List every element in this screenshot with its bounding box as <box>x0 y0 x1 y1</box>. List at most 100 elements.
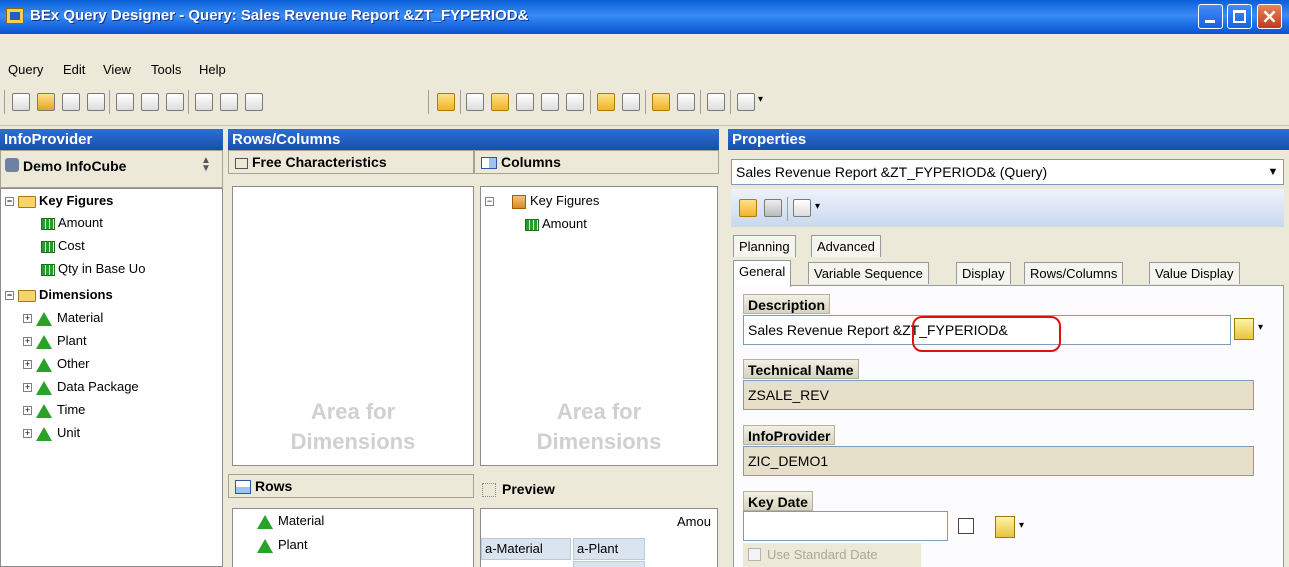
technical-name-icon[interactable] <box>793 199 811 217</box>
free-characteristics-icon <box>235 157 248 169</box>
maximize-button[interactable] <box>1227 4 1252 29</box>
expand-collapse-icon[interactable]: ▲ ▼ <box>201 156 211 174</box>
key-date-input[interactable] <box>743 511 948 541</box>
tree-item-other[interactable]: + Other <box>23 356 90 372</box>
calendar-icon[interactable] <box>958 518 974 534</box>
check-query-icon[interactable] <box>141 93 159 111</box>
collapse-icon[interactable]: − <box>485 197 494 207</box>
minimize-button[interactable] <box>1198 4 1223 29</box>
technical-name-label: Technical Name <box>743 359 859 379</box>
rows-columns-icon[interactable] <box>491 93 509 111</box>
execute-icon[interactable] <box>116 93 134 111</box>
exceptions-icon[interactable] <box>566 93 584 111</box>
query-properties-icon[interactable] <box>166 93 184 111</box>
expand-icon[interactable]: + <box>23 314 32 324</box>
title-bar[interactable]: BEx Query Designer - Query: Sales Revenu… <box>0 0 1289 34</box>
tab-rows-columns[interactable]: Rows/Columns <box>1024 262 1124 284</box>
cut-icon[interactable] <box>195 93 213 111</box>
dimension-icon <box>36 380 52 395</box>
expand-icon[interactable]: + <box>23 337 32 347</box>
paste-icon[interactable] <box>245 93 263 111</box>
menu-query[interactable]: Query <box>8 62 43 77</box>
tree-item-plant[interactable]: + Plant <box>23 333 87 349</box>
chevron-down-icon[interactable]: ▾ <box>1019 520 1024 531</box>
properties-object-select[interactable]: Sales Revenue Report &ZT_FYPERIOD& (Quer… <box>731 159 1284 185</box>
menu-edit[interactable]: Edit <box>63 62 85 77</box>
tree-item-material[interactable]: + Material <box>23 310 103 326</box>
dimension-icon <box>36 426 52 441</box>
messages-icon[interactable] <box>652 93 670 111</box>
chevron-down-icon[interactable]: ▾ <box>1258 322 1263 333</box>
cells-icon[interactable] <box>516 93 534 111</box>
save-all-icon[interactable] <box>87 93 105 111</box>
expand-icon[interactable]: + <box>23 383 32 393</box>
tree-item-data-package[interactable]: + Data Package <box>23 379 139 395</box>
free-characteristics-label: Free Characteristics <box>252 154 387 170</box>
collapse-icon[interactable]: − <box>5 197 14 207</box>
infoprovider-label: InfoProvider <box>743 425 836 445</box>
toolbar-separator <box>787 197 788 221</box>
menu-help[interactable]: Help <box>199 62 226 77</box>
tree-item-unit[interactable]: + Unit <box>23 425 80 441</box>
minimize-icon <box>1205 20 1215 23</box>
infocube-selector[interactable]: Demo InfoCube ▲ ▼ <box>0 150 223 188</box>
expand-icon[interactable]: + <box>23 429 32 439</box>
edit-mode-icon[interactable] <box>739 199 757 217</box>
tree-item-rows-material[interactable]: Material <box>257 513 324 529</box>
menu-tools[interactable]: Tools <box>151 62 181 77</box>
tree-item-columns-amount[interactable]: Amount <box>525 216 587 231</box>
free-characteristics-area[interactable]: Area for Dimensions <box>232 186 474 466</box>
tree-node-key-figures[interactable]: − Key Figures <box>5 193 113 208</box>
chevron-down-icon[interactable]: ▾ <box>815 201 820 212</box>
expand-icon[interactable]: + <box>23 406 32 416</box>
conditions-icon[interactable] <box>541 93 559 111</box>
properties-toolbar: ▾ <box>731 189 1284 227</box>
tab-general[interactable]: General <box>733 260 792 287</box>
variable-select-icon[interactable] <box>1234 318 1254 340</box>
toolbar-separator <box>188 90 189 114</box>
menu-view[interactable]: View <box>103 62 131 77</box>
tab-value-display[interactable]: Value Display <box>1149 262 1240 284</box>
expand-icon[interactable]: + <box>23 360 32 370</box>
copy-icon[interactable] <box>220 93 238 111</box>
tasks-icon[interactable] <box>622 93 640 111</box>
free-characteristics-header: Free Characteristics <box>228 150 474 174</box>
watermark-line1: Area for <box>310 399 396 424</box>
watermark-line2: Dimensions <box>536 429 662 454</box>
tree-item-rows-plant[interactable]: Plant <box>257 537 308 553</box>
tree-item-cost[interactable]: Cost <box>41 238 85 253</box>
filter-icon[interactable] <box>466 93 484 111</box>
tree-item-time[interactable]: + Time <box>23 402 85 418</box>
key-date-label: Key Date <box>743 491 813 511</box>
tree-node-dimensions[interactable]: − Dimensions <box>5 287 113 302</box>
technical-name-field: ZSALE_REV <box>743 380 1254 410</box>
app-icon <box>6 8 24 24</box>
columns-area[interactable]: − Key Figures Amount Area for Dimensions <box>480 186 718 466</box>
technical-name-icon[interactable] <box>737 93 755 111</box>
tree-item-amount[interactable]: Amount <box>41 215 103 230</box>
use-standard-date-checkbox[interactable] <box>748 548 761 561</box>
open-query-icon[interactable] <box>37 93 55 111</box>
preview-header: Preview <box>474 478 719 502</box>
rows-area[interactable]: Material Plant <box>232 508 474 567</box>
tree-node-columns-key-figures[interactable]: − Key Figures <box>485 193 599 209</box>
tab-display[interactable]: Display <box>956 262 1011 284</box>
chevron-down-icon[interactable]: ▼ <box>1264 162 1282 182</box>
close-button[interactable]: × <box>1257 4 1282 29</box>
columns-child-label: Amount <box>542 216 587 231</box>
where-used-icon[interactable] <box>677 93 695 111</box>
variable-select-icon[interactable] <box>995 516 1015 538</box>
tab-advanced[interactable]: Advanced <box>811 235 881 257</box>
properties-icon[interactable] <box>597 93 615 111</box>
tree-item-qty-in-base-uom[interactable]: Qty in Base Uo <box>41 261 221 276</box>
save-icon[interactable] <box>62 93 80 111</box>
tab-variable-sequence[interactable]: Variable Sequence <box>808 262 929 284</box>
tab-planning[interactable]: Planning <box>733 235 796 257</box>
infoprovider-view-icon[interactable] <box>437 93 455 111</box>
save-icon[interactable] <box>764 199 782 217</box>
collapse-icon[interactable]: − <box>5 291 14 301</box>
documents-icon[interactable] <box>707 93 725 111</box>
new-query-icon[interactable] <box>12 93 30 111</box>
chevron-down-icon[interactable]: ▾ <box>758 94 763 105</box>
dimension-icon <box>36 311 52 326</box>
